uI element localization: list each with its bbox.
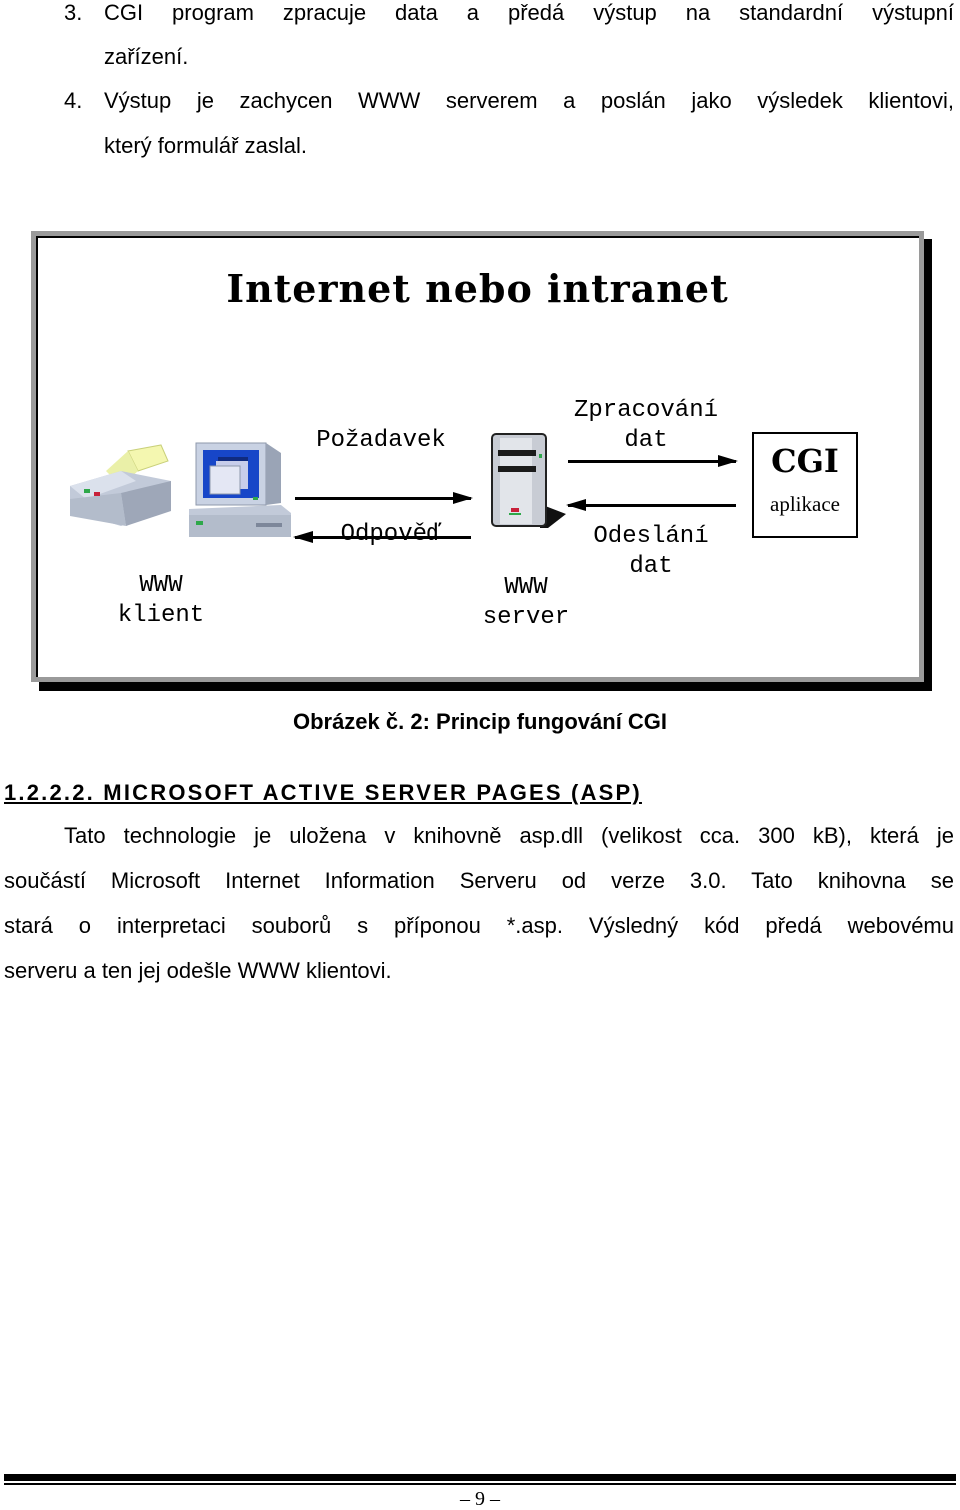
cgi-application-box: CGI aplikace (752, 432, 858, 538)
cgi-title: CGI (771, 442, 839, 480)
processing-label: Zpracování dat (573, 397, 719, 454)
page-number: – 9 – (460, 1488, 500, 1510)
request-arrow (295, 492, 473, 504)
paragraph-line: stará o interpretaci souborů s příponou … (4, 913, 954, 938)
list-text-line: zařízení. (104, 44, 189, 69)
footer-rule (4, 1474, 956, 1481)
server-icon (491, 433, 566, 528)
cgi-subtitle: aplikace (770, 492, 840, 516)
printer-icon (70, 444, 171, 526)
figure-title: Internet nebo intranet (226, 266, 729, 311)
computer-icon (189, 442, 291, 537)
paragraph-line: Tato technologie je uložena v knihovně a… (64, 823, 954, 848)
list-number: 3. (64, 0, 83, 25)
section-heading: 1.2.2.2. MICROSOFT ACTIVE SERVER PAGES (… (4, 780, 642, 805)
client-label: WWW klient (117, 572, 205, 629)
list-number: 4. (64, 88, 83, 113)
list-text-line: Výstup je zachycen WWW serverem a poslán… (104, 88, 954, 113)
request-label: Požadavek (316, 427, 446, 454)
sending-label: Odeslání dat (593, 523, 709, 580)
paragraph-line: serveru a ten jej odešle WWW klientovi. (4, 958, 392, 983)
list-text-line: který formulář zaslal. (104, 133, 307, 158)
processing-arrow (568, 455, 738, 467)
response-label: Odpověď (340, 521, 442, 548)
figure-caption: Obrázek č. 2: Princip fungování CGI (292, 709, 668, 734)
footer-rule-thin (4, 1483, 956, 1485)
paragraph-line: součástí Microsoft Internet Information … (4, 868, 954, 893)
sending-arrow (566, 499, 736, 511)
figure-frame: Internet nebo intranet WWW klient Požada… (31, 231, 924, 682)
list-text-line: CGI program zpracuje data a předá výstup… (104, 0, 954, 25)
server-label: WWW server (482, 574, 570, 631)
